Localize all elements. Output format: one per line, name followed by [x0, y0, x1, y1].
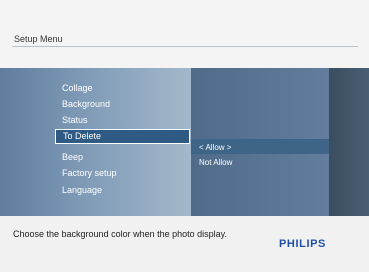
menu-column: Collage Background Status To Delete Beep… [0, 68, 191, 216]
photo-frame-screen: Setup Menu Collage Background Status To … [0, 0, 369, 272]
option-allow[interactable]: < Allow > [199, 143, 231, 152]
menu-item-language[interactable]: Language [62, 184, 102, 196]
side-column [329, 68, 369, 216]
menu-item-to-delete[interactable]: To Delete [55, 129, 190, 144]
philips-logo: PHILIPS [279, 238, 326, 250]
help-text: Choose the background color when the pho… [13, 229, 227, 239]
menu-item-background[interactable]: Background [62, 98, 110, 110]
header-divider [12, 46, 358, 47]
menu-item-status[interactable]: Status [62, 114, 88, 126]
menu-item-beep[interactable]: Beep [62, 151, 83, 163]
header: Setup Menu [0, 0, 369, 68]
page-title: Setup Menu [14, 34, 63, 44]
option-not-allow[interactable]: Not Allow [199, 158, 232, 167]
setup-panel: Collage Background Status To Delete Beep… [0, 68, 369, 216]
menu-item-factory-setup[interactable]: Factory setup [62, 167, 117, 179]
menu-item-collage[interactable]: Collage [62, 82, 93, 94]
